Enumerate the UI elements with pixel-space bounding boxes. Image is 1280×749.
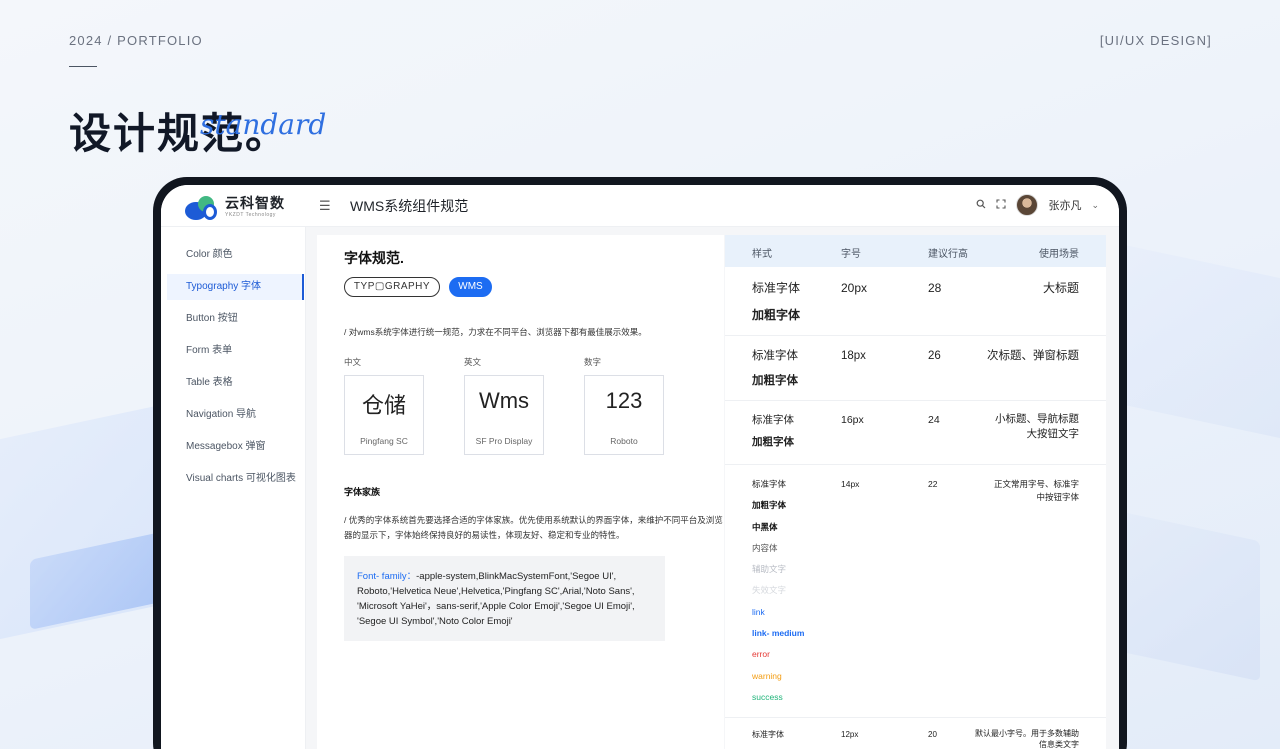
font-sample-name: SF Pro Display	[475, 436, 533, 446]
font-family-code: Font- family：-apple-system,BlinkMacSyste…	[344, 556, 665, 641]
sidebar-item-table[interactable]: Table 表格	[161, 370, 306, 396]
column-header: 建议行高	[928, 249, 968, 260]
usage-cell: 小标题、导航标题 大按钮文字	[995, 413, 1079, 440]
table-row: 标准字体 12px 20 默认最小字号。用于多数辅助 信息类文字	[725, 718, 1106, 749]
sidebar-item-typography[interactable]: Typography 字体	[167, 274, 304, 300]
search-icon[interactable]	[976, 199, 986, 212]
column-header: 使用场景	[1039, 249, 1079, 260]
usage-cell: 次标题、弹窗标题	[987, 350, 1079, 362]
section-title: 字体规范.	[344, 250, 404, 266]
sidebar-item-navigation[interactable]: Navigation 导航	[161, 402, 306, 428]
style-cell: 标准字体 加粗字体 中黑体 内容体 辅助文字 失效文字 link link- m…	[752, 479, 805, 702]
size-cell: 18px	[841, 350, 866, 362]
font-sample-text: 123	[605, 388, 643, 413]
typography-panel: 字体规范. TYP▢GRAPHY WMS / 对wms系统字体进行统一规范，力求…	[317, 235, 724, 749]
font-sample-name: Roboto	[610, 436, 638, 446]
logo-text: 云科智数	[225, 194, 285, 211]
column-header: 字号	[841, 249, 861, 260]
logo-subtext: YKZDT Technology	[225, 211, 276, 218]
fullscreen-icon[interactable]	[996, 198, 1007, 212]
portfolio-label: 2024 / PORTFOLIO	[69, 33, 203, 48]
font-family-description: / 优秀的字体系统首先要选择合适的字体家族。优先使用系统默认的界面字体，来维护不…	[344, 515, 723, 540]
font-sample-text: 仓储	[361, 393, 406, 418]
app-logo[interactable]: 云科智数 YKZDT Technology	[185, 194, 285, 220]
table-header: 样式 字号 建议行高 使用场景	[725, 235, 1106, 267]
intro-text: / 对wms系统字体进行统一规范，力求在不同平台、浏览器下都有最佳展示效果。	[344, 327, 647, 337]
sidebar-item-button[interactable]: Button 按钮	[161, 306, 306, 332]
sidebar-item-messagebox[interactable]: Messagebox 弹窗	[161, 434, 306, 460]
device-frame: 云科智数 YKZDT Technology ☰ WMS系统组件规范 张亦凡 ⌄ …	[153, 177, 1127, 749]
line-height-cell: 28	[928, 281, 942, 295]
divider	[69, 66, 97, 67]
type-scale-table: 样式 字号 建议行高 使用场景 标准字体 加粗字体 20px 28 大标题 标准…	[725, 235, 1106, 749]
line-height-cell: 24	[928, 414, 940, 426]
font-sample-card: 仓储 Pingfang SC	[344, 375, 424, 455]
tag-typography: TYP▢GRAPHY	[344, 277, 440, 297]
page-title: WMS系统组件规范	[350, 198, 469, 214]
table-row: 标准字体 加粗字体 中黑体 内容体 辅助文字 失效文字 link link- m…	[725, 465, 1106, 718]
menu-fold-icon[interactable]: ☰	[319, 198, 331, 214]
size-cell: 12px	[841, 730, 859, 739]
sidebar-item-visual-charts[interactable]: Visual charts 可视化图表	[161, 466, 306, 492]
sidebar-item-color[interactable]: Color 颜色	[161, 242, 306, 268]
sample-label: 中文	[344, 357, 362, 367]
size-cell: 16px	[841, 414, 864, 426]
table-row: 标准字体 加粗字体 16px 24 小标题、导航标题 大按钮文字	[725, 401, 1106, 465]
logo-mark-icon	[185, 194, 221, 220]
user-name[interactable]: 张亦凡	[1048, 197, 1081, 213]
line-height-cell: 20	[928, 730, 937, 739]
column-header: 样式	[752, 249, 772, 260]
category-label: [UI/UX DESIGN]	[1099, 33, 1212, 48]
font-sample-card: 123 Roboto	[584, 375, 664, 455]
usage-cell: 大标题	[1042, 281, 1079, 295]
size-cell: 20px	[841, 281, 868, 295]
usage-cell: 默认最小字号。用于多数辅助 信息类文字	[975, 729, 1079, 749]
code-key: Font- family：	[357, 571, 417, 582]
usage-cell: 正文常用字号、标准字 中按钮字体	[993, 479, 1079, 502]
font-sample-card: Wms SF Pro Display	[464, 375, 544, 455]
line-height-cell: 26	[928, 350, 941, 362]
size-cell: 14px	[841, 479, 860, 489]
sidebar: Color 颜色 Typography 字体 Button 按钮 Form 表单…	[161, 227, 306, 749]
table-row: 标准字体 加粗字体 18px 26 次标题、弹窗标题	[725, 336, 1106, 401]
avatar[interactable]	[1016, 194, 1039, 216]
line-height-cell: 22	[928, 479, 938, 489]
sample-label: 英文	[464, 357, 482, 367]
font-family-title: 字体家族	[344, 487, 381, 497]
font-sample-text: Wms	[478, 388, 530, 413]
sample-label: 数字	[584, 357, 602, 367]
style-cell: 标准字体 加粗字体	[752, 281, 801, 322]
style-cell: 标准字体 加粗字体	[752, 414, 794, 448]
app-topbar: 云科智数 YKZDT Technology ☰ WMS系统组件规范 张亦凡 ⌄	[161, 185, 1119, 227]
font-sample-name: Pingfang SC	[360, 436, 408, 446]
style-cell: 标准字体	[752, 730, 784, 739]
app-screen: 云科智数 YKZDT Technology ☰ WMS系统组件规范 张亦凡 ⌄ …	[161, 185, 1119, 749]
style-cell: 标准字体 加粗字体	[752, 350, 798, 387]
tag-wms: WMS	[449, 277, 492, 297]
chevron-down-icon[interactable]: ⌄	[1091, 200, 1099, 211]
sidebar-item-form[interactable]: Form 表单	[161, 338, 306, 364]
table-row: 标准字体 加粗字体 20px 28 大标题	[725, 267, 1106, 336]
page-heading-script: standard	[200, 108, 327, 141]
